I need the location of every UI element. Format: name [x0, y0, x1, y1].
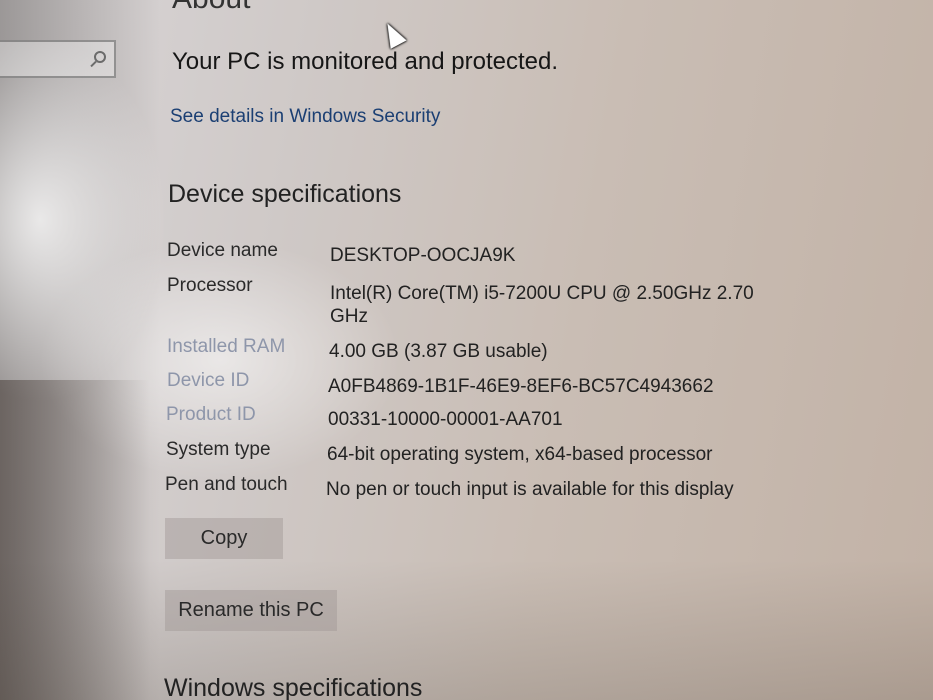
rename-pc-button[interactable]: Rename this PC — [165, 590, 337, 631]
spec-label-pen-touch: Pen and touch — [165, 474, 288, 495]
device-specifications-heading: Device specifications — [168, 180, 402, 208]
page-title: About — [172, 0, 250, 16]
spec-label-product-id: Product ID — [166, 404, 256, 425]
search-icon[interactable] — [94, 51, 106, 63]
protection-status: Your PC is monitored and protected. — [172, 48, 559, 75]
spec-value-product-id: 00331-10000-00001-AA701 — [328, 409, 563, 430]
spec-value-device-id: A0FB4869-1B1F-46E9-8EF6-BC57C4943662 — [328, 376, 714, 397]
spec-label-processor: Processor — [167, 275, 253, 296]
screen-reflection — [0, 380, 150, 700]
settings-search-input[interactable] — [0, 40, 116, 78]
spec-value-processor: Intel(R) Core(TM) i5-7200U CPU @ 2.50GHz… — [330, 283, 754, 327]
spec-label-system-type: System type — [166, 439, 271, 460]
copy-button[interactable]: Copy — [165, 518, 283, 559]
screen-shadow — [0, 560, 933, 700]
spec-value-pen-touch: No pen or touch input is available for t… — [326, 479, 734, 500]
spec-value-installed-ram: 4.00 GB (3.87 GB usable) — [329, 341, 548, 362]
spec-label-device-name: Device name — [167, 240, 278, 261]
spec-label-device-id: Device ID — [167, 370, 250, 391]
mouse-pointer-icon — [379, 19, 407, 49]
spec-label-installed-ram: Installed RAM — [167, 336, 286, 357]
windows-specifications-heading: Windows specifications — [164, 674, 423, 700]
spec-value-system-type: 64-bit operating system, x64-based proce… — [327, 444, 713, 465]
windows-security-link[interactable]: See details in Windows Security — [170, 106, 440, 128]
spec-value-device-name: DESKTOP-OOCJA9K — [330, 245, 516, 266]
